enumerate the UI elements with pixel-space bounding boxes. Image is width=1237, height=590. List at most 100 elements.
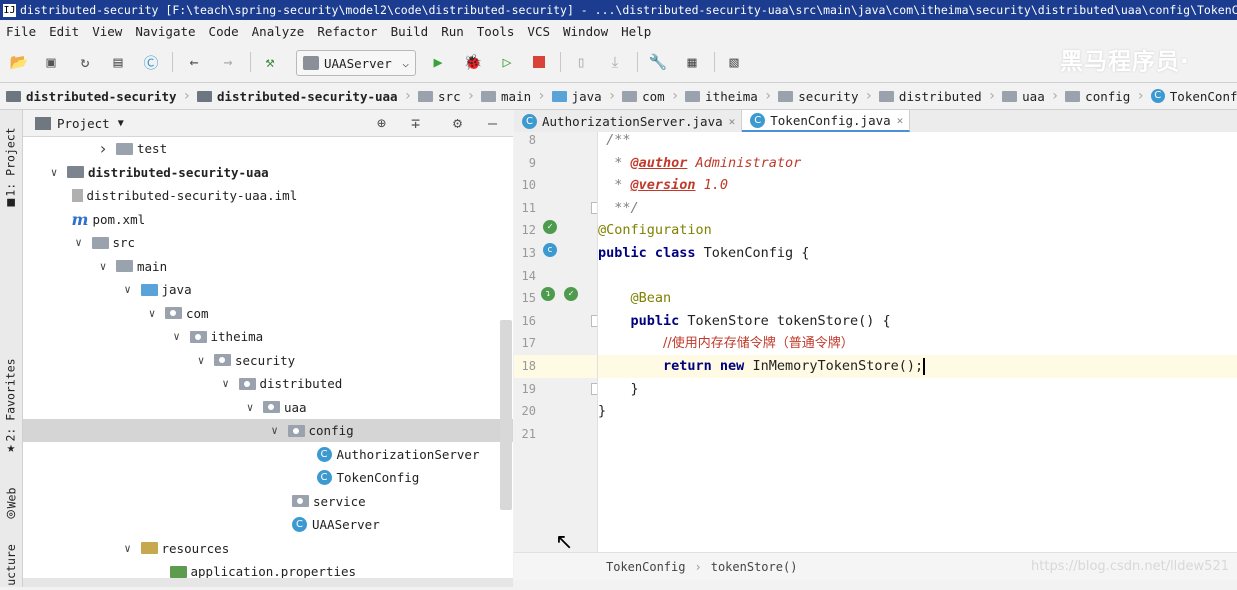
collapse-all-icon[interactable]: ∓ bbox=[411, 114, 420, 132]
tree-node-uaaserver[interactable]: C UAAServer bbox=[23, 513, 513, 536]
breadcrumb-main[interactable]: main bbox=[475, 83, 537, 109]
navigate-bean-icon[interactable]: ↴ bbox=[541, 287, 555, 301]
sdk-manager-icon[interactable]: ▧ bbox=[724, 52, 744, 72]
locate-crosshair-icon[interactable]: ⊕ bbox=[377, 114, 386, 132]
expand-arrow-icon[interactable]: ∨ bbox=[194, 354, 208, 367]
project-panel-title[interactable]: Project bbox=[57, 116, 110, 131]
menu-item-analyze[interactable]: Analyze bbox=[246, 24, 312, 39]
editor-tab-authorizationserver-java[interactable]: C AuthorizationServer.java ✕ bbox=[514, 110, 743, 132]
spring-bean-icon[interactable]: ✓ bbox=[564, 287, 578, 301]
synchronize-icon[interactable]: ↻ bbox=[75, 52, 95, 72]
menu-item-run[interactable]: Run bbox=[435, 24, 471, 39]
footer-crumb-class[interactable]: TokenConfig bbox=[606, 560, 685, 574]
breadcrumb-uaa[interactable]: uaa bbox=[996, 83, 1051, 109]
vcs-commit-icon[interactable]: ⤓ bbox=[605, 52, 625, 72]
run-with-coverage-icon[interactable]: ▷ bbox=[497, 52, 517, 72]
tree-node-pom-xml[interactable]: m pom.xml bbox=[23, 208, 513, 231]
expand-arrow-icon[interactable]: ∨ bbox=[121, 542, 135, 555]
project-structure-icon[interactable]: ▤ bbox=[108, 52, 128, 72]
tree-node-distributed-security-uaa-iml[interactable]: distributed-security-uaa.iml bbox=[23, 184, 513, 207]
code-line[interactable]: return new InMemoryTokenStore(); bbox=[598, 355, 1237, 378]
code-line[interactable] bbox=[598, 423, 1237, 446]
code-line[interactable]: //使用内存存储令牌（普通令牌） bbox=[598, 332, 1237, 355]
tree-node-config[interactable]: ∨ config bbox=[23, 419, 513, 442]
tree-node-src[interactable]: ∨ src bbox=[23, 231, 513, 254]
tool-tab-project[interactable]: 1: Project bbox=[0, 122, 22, 202]
menu-item-navigate[interactable]: Navigate bbox=[129, 24, 202, 39]
run-configuration-select[interactable]: UAAServer ⌵ bbox=[296, 50, 416, 76]
menu-item-file[interactable]: File bbox=[0, 24, 43, 39]
expand-arrow-icon[interactable]: ∨ bbox=[219, 377, 233, 390]
code-line[interactable]: **/ bbox=[598, 197, 1237, 220]
menu-item-build[interactable]: Build bbox=[385, 24, 436, 39]
menu-item-refactor[interactable]: Refactor bbox=[311, 24, 384, 39]
code-line[interactable]: public TokenStore tokenStore() { bbox=[598, 310, 1237, 333]
build-hammer-icon[interactable]: ⚒ bbox=[260, 52, 280, 72]
breadcrumb-distributed-security[interactable]: distributed-security bbox=[0, 83, 183, 109]
code-line[interactable]: } bbox=[598, 400, 1237, 423]
code-line[interactable]: } bbox=[598, 378, 1237, 401]
breadcrumb-distributed[interactable]: distributed bbox=[873, 83, 988, 109]
tool-tab-favorites[interactable]: 2: Favorites bbox=[0, 350, 22, 450]
tree-node-main[interactable]: ∨ main bbox=[23, 255, 513, 278]
footer-crumb-method[interactable]: tokenStore() bbox=[711, 560, 798, 574]
menu-item-window[interactable]: Window bbox=[557, 24, 615, 39]
breadcrumb-src[interactable]: src bbox=[412, 83, 467, 109]
expand-arrow-icon[interactable]: ∨ bbox=[243, 401, 257, 414]
editor-tab-tokenconfig-java[interactable]: C TokenConfig.java ✕ bbox=[742, 110, 911, 132]
spring-bean-icon[interactable]: ✓ bbox=[543, 220, 557, 234]
class-implementation-icon[interactable]: c bbox=[543, 243, 557, 257]
minimize-icon[interactable]: — bbox=[488, 114, 497, 132]
menu-item-view[interactable]: View bbox=[86, 24, 129, 39]
breadcrumb-tokenconfig[interactable]: C TokenConfig bbox=[1145, 83, 1237, 109]
tree-node-itheima[interactable]: ∨ itheima bbox=[23, 325, 513, 348]
code-line[interactable]: @Configuration bbox=[598, 219, 1237, 242]
expand-arrow-icon[interactable]: ∨ bbox=[72, 236, 86, 249]
fold-marker-icon[interactable] bbox=[591, 201, 597, 214]
expand-arrow-icon[interactable]: ∨ bbox=[96, 260, 110, 273]
gear-icon[interactable]: ⚙ bbox=[453, 114, 462, 132]
tool-tab-structure[interactable]: ucture bbox=[0, 540, 22, 590]
tree-node-distributed-security-uaa[interactable]: ∨ distributed-security-uaa bbox=[23, 161, 513, 184]
tree-node-distributed[interactable]: ∨ distributed bbox=[23, 372, 513, 395]
menu-item-help[interactable]: Help bbox=[615, 24, 658, 39]
tree-node-service[interactable]: service bbox=[23, 490, 513, 513]
code-line[interactable]: /** bbox=[598, 132, 1237, 152]
tree-node-test[interactable]: › test bbox=[23, 137, 513, 160]
expand-arrow-icon[interactable]: ∨ bbox=[121, 283, 135, 296]
tree-node-tokenconfig[interactable]: C TokenConfig bbox=[23, 466, 513, 489]
menu-item-edit[interactable]: Edit bbox=[43, 24, 86, 39]
close-icon[interactable]: ✕ bbox=[729, 115, 736, 128]
code-line[interactable]: * @author Administrator bbox=[598, 152, 1237, 175]
debug-bug-icon[interactable]: 🐞 bbox=[463, 52, 483, 72]
menu-item-code[interactable]: Code bbox=[203, 24, 246, 39]
settings-wrench-icon[interactable]: 🔧 bbox=[648, 52, 668, 72]
save-all-icon[interactable]: ▣ bbox=[41, 52, 61, 72]
close-icon[interactable]: ✕ bbox=[897, 114, 904, 127]
expand-arrow-icon[interactable]: ∨ bbox=[47, 166, 61, 179]
class-icon[interactable]: Ⓒ bbox=[141, 52, 161, 72]
fold-marker-icon[interactable] bbox=[591, 382, 597, 395]
tree-node-authorizationserver[interactable]: C AuthorizationServer bbox=[23, 443, 513, 466]
tree-scrollbar[interactable] bbox=[500, 320, 512, 510]
collapse-arrow-icon[interactable]: › bbox=[96, 139, 110, 158]
code-line[interactable]: * @version 1.0 bbox=[598, 174, 1237, 197]
project-structure-folders-icon[interactable]: ▦ bbox=[682, 52, 702, 72]
forward-arrow-icon[interactable]: → bbox=[218, 52, 238, 72]
expand-arrow-icon[interactable]: ∨ bbox=[268, 424, 282, 437]
breadcrumb-distributed-security-uaa[interactable]: distributed-security-uaa bbox=[191, 83, 404, 109]
tree-node-uaa[interactable]: ∨ uaa bbox=[23, 396, 513, 419]
code-line[interactable]: @Bean bbox=[598, 287, 1237, 310]
back-arrow-icon[interactable]: ← bbox=[184, 52, 204, 72]
menu-item-tools[interactable]: Tools bbox=[471, 24, 522, 39]
tree-node-com[interactable]: ∨ com bbox=[23, 302, 513, 325]
expand-arrow-icon[interactable]: ∨ bbox=[145, 307, 159, 320]
tree-node-java[interactable]: ∨ java bbox=[23, 278, 513, 301]
run-icon[interactable]: ▶ bbox=[428, 52, 448, 72]
code-line[interactable] bbox=[598, 265, 1237, 288]
expand-arrow-icon[interactable]: ∨ bbox=[170, 330, 184, 343]
breadcrumb-java[interactable]: java bbox=[546, 83, 608, 109]
code-line[interactable]: public class TokenConfig { bbox=[598, 242, 1237, 265]
stop-icon[interactable] bbox=[529, 52, 549, 72]
vcs-update-icon[interactable]: ▯ bbox=[571, 52, 591, 72]
